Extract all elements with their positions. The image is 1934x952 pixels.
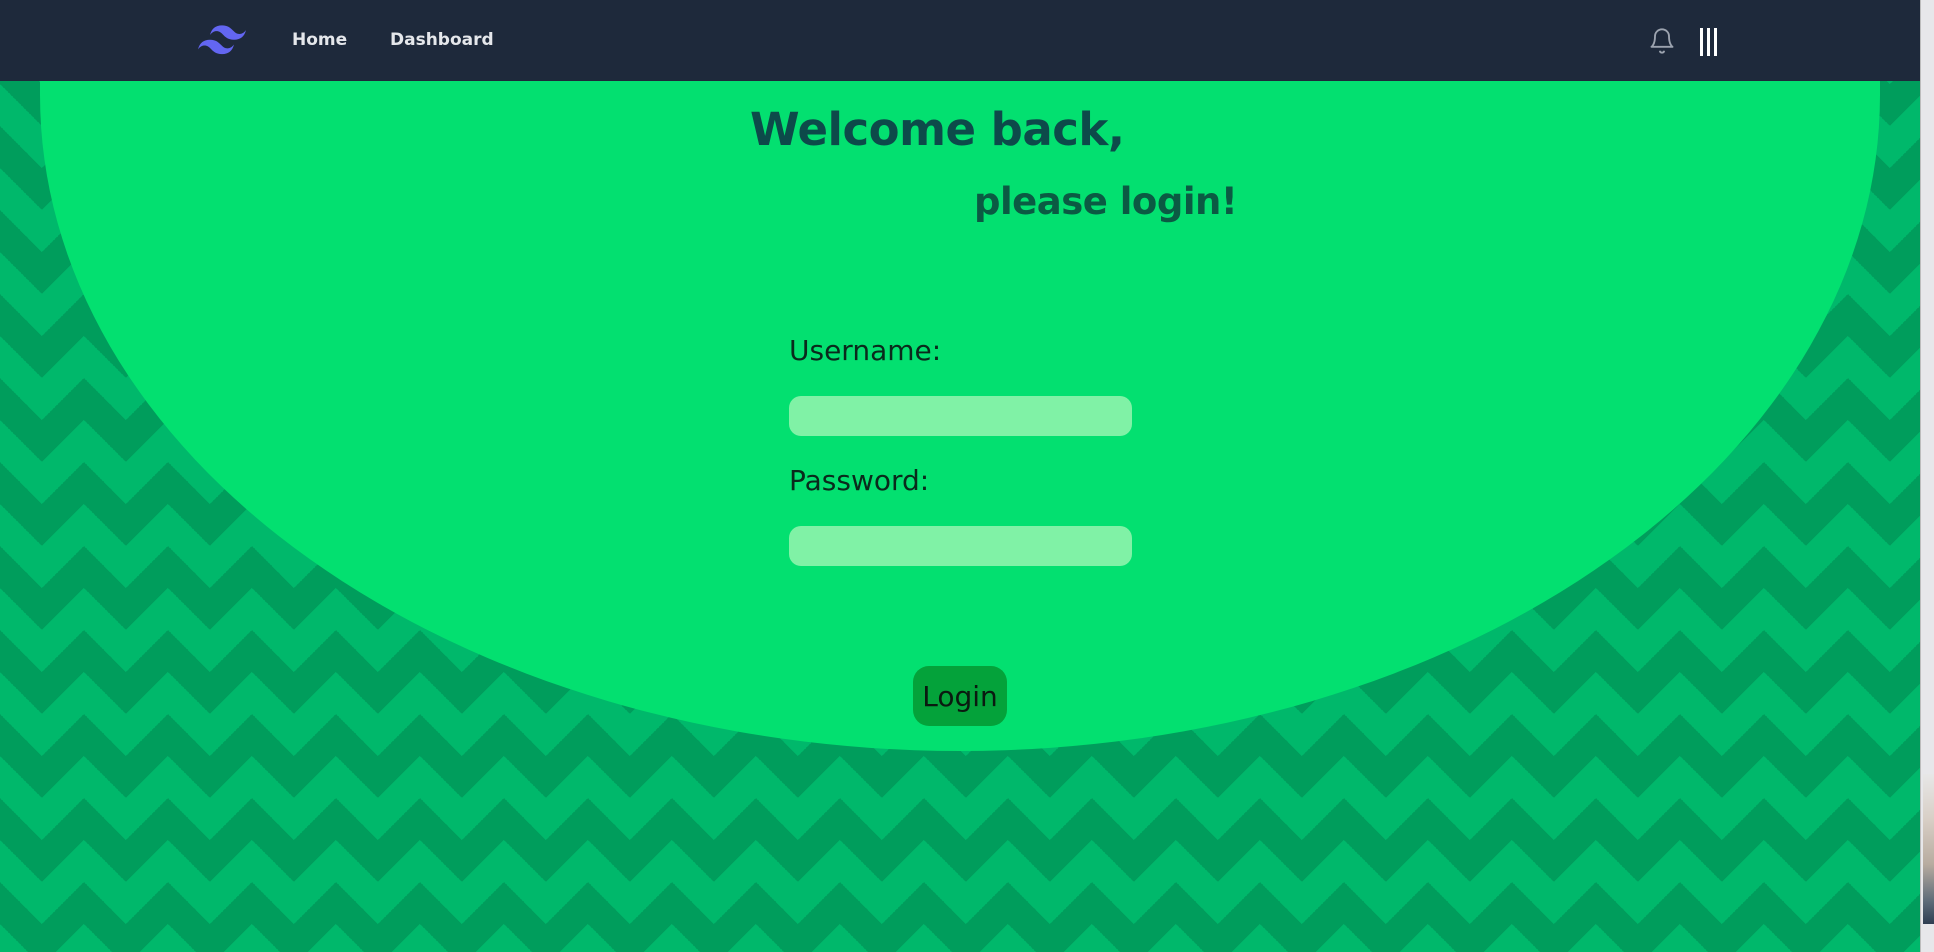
window-edge bbox=[1920, 0, 1934, 952]
welcome-heading: Welcome back, bbox=[750, 103, 1125, 156]
menu-bars-icon[interactable] bbox=[1700, 26, 1718, 58]
login-button[interactable]: Login bbox=[913, 666, 1007, 726]
username-input[interactable] bbox=[789, 396, 1132, 436]
top-navbar: Home Dashboard bbox=[0, 0, 1920, 81]
nav-link-dashboard[interactable]: Dashboard bbox=[390, 30, 494, 50]
username-label: Username: bbox=[789, 334, 942, 367]
edge-thumbnail bbox=[1923, 774, 1934, 924]
password-input[interactable] bbox=[789, 526, 1132, 566]
login-subheading: please login! bbox=[974, 180, 1238, 223]
bell-icon[interactable] bbox=[1648, 26, 1676, 56]
tailwind-logo-icon[interactable] bbox=[198, 22, 246, 58]
password-label: Password: bbox=[789, 464, 930, 497]
nav-link-home[interactable]: Home bbox=[292, 30, 347, 50]
